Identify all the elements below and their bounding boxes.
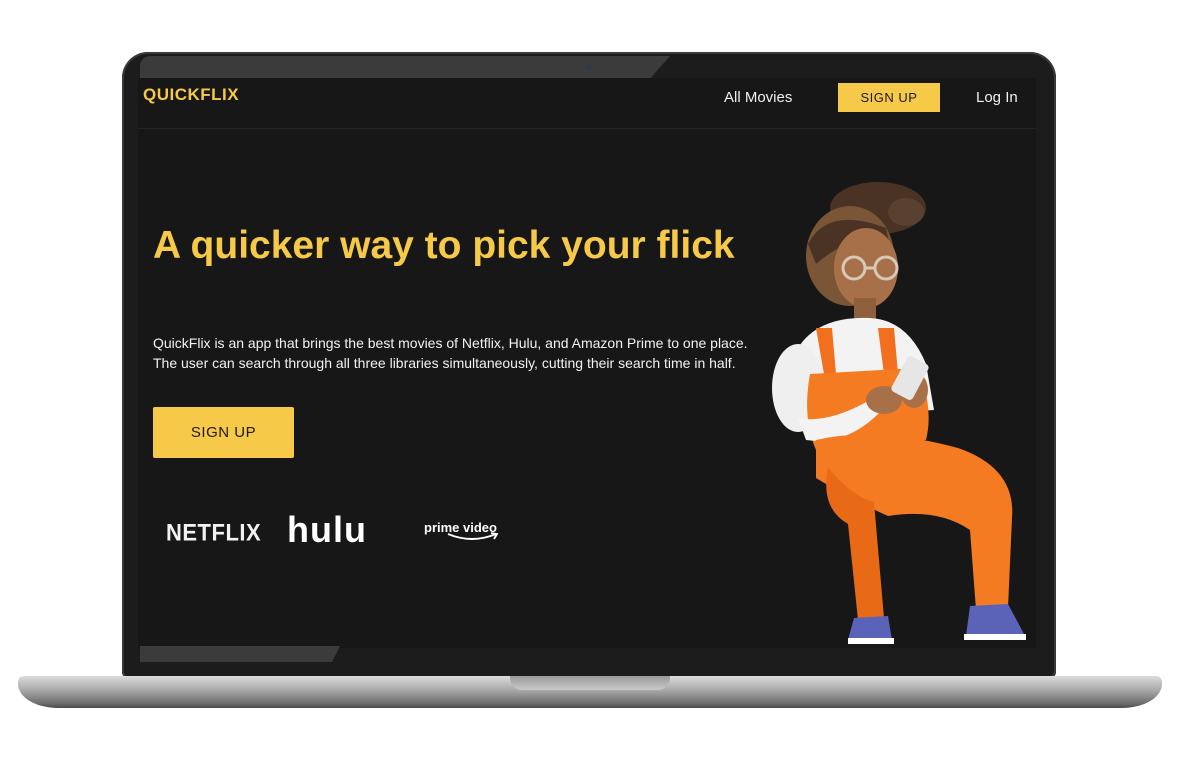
laptop-screen: QUICKFLIX All Movies SIGN UP Log In A qu… bbox=[138, 78, 1036, 648]
lid-bottom-reflection bbox=[140, 646, 340, 662]
top-nav: QUICKFLIX All Movies SIGN UP Log In bbox=[138, 78, 1036, 129]
nav-sign-up-button[interactable]: SIGN UP bbox=[838, 83, 940, 112]
webcam-icon bbox=[586, 64, 592, 70]
nav-log-in-link[interactable]: Log In bbox=[976, 89, 1018, 106]
nav-all-movies-link[interactable]: All Movies bbox=[724, 89, 792, 106]
brand-logo[interactable]: QUICKFLIX bbox=[143, 85, 239, 105]
netflix-logo: NETFLIX bbox=[166, 518, 262, 547]
person-using-phone-illustration bbox=[772, 182, 1026, 644]
laptop-base-notch bbox=[510, 676, 670, 690]
hero-description: QuickFlix is an app that brings the best… bbox=[153, 335, 748, 371]
hulu-logo: hulu bbox=[287, 509, 367, 550]
amazon-smile-icon bbox=[447, 532, 499, 540]
hero-headline: A quicker way to pick your flick bbox=[153, 224, 735, 267]
hero-sign-up-button[interactable]: SIGN UP bbox=[153, 407, 294, 458]
